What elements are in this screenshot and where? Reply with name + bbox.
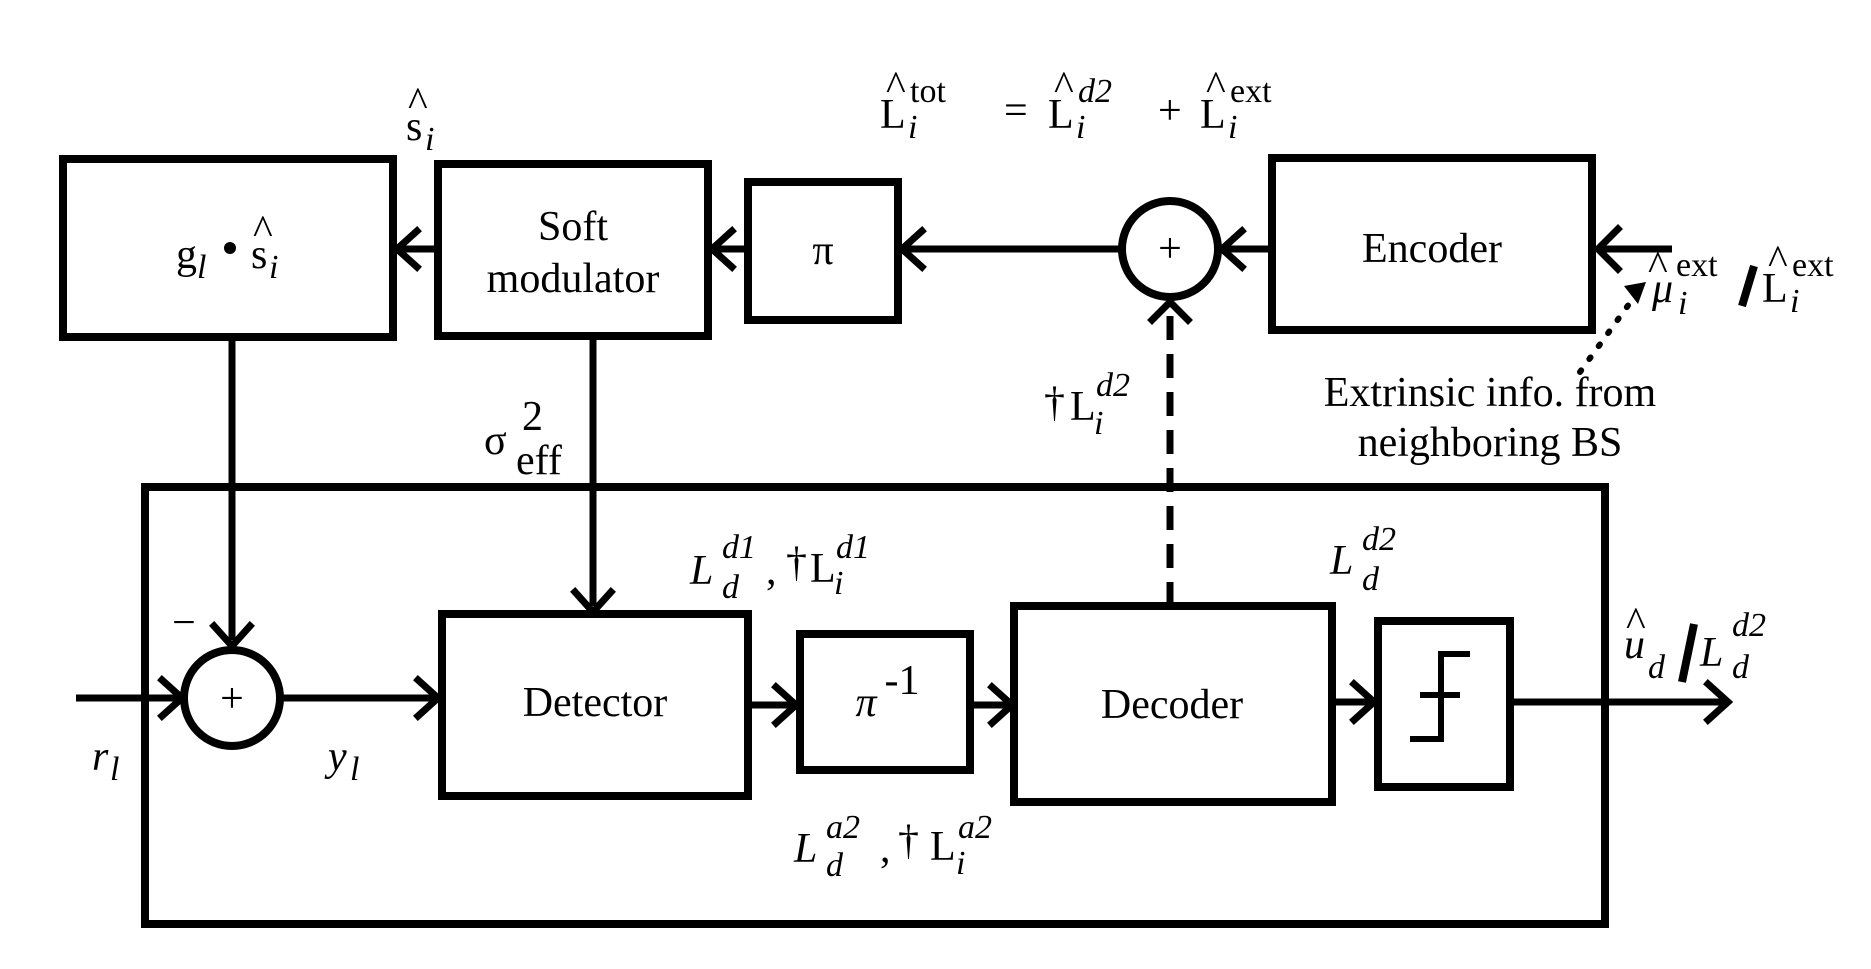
ext-L-hat: ^	[1768, 238, 1788, 284]
eq-plus: +	[1158, 88, 1182, 134]
deinterleaver-pi: π	[855, 680, 877, 726]
ext-mu-hat: ^	[1648, 244, 1668, 290]
sigma-sup: 2	[522, 394, 543, 440]
Ld1-comma: ,	[766, 548, 777, 594]
r: r	[92, 734, 109, 780]
gain-g: g	[176, 232, 197, 278]
out-L-sub: d	[1732, 649, 1750, 686]
extrinsic-note-line2: neighboring BS	[1358, 420, 1623, 466]
total-llr-equation: L ^ tot i = L ^ d2 i + L ^ ext i	[880, 64, 1272, 146]
eq-term2-sub: i	[1228, 109, 1237, 146]
ext-L-sup: ext	[1792, 247, 1834, 284]
gain-g-sub: l	[197, 249, 206, 286]
extrinsic-note-line1: Extrinsic info. from	[1324, 370, 1657, 416]
dagger-d2-sup: d2	[1096, 367, 1130, 404]
Ld1-sub: d	[722, 569, 740, 606]
L-d1-label: L d1 d , † L d1 i	[689, 529, 870, 606]
sigma: σ	[484, 418, 507, 464]
deinterleaver-sup: -1	[885, 658, 920, 704]
Li2-L: L	[930, 824, 956, 870]
L-d2-label: L d2 d	[1329, 521, 1396, 598]
Ld1-L: L	[689, 548, 713, 594]
dagger-L-d2-label: † L d2 i	[1044, 367, 1130, 442]
out-slash	[1678, 623, 1698, 683]
gain-s-hat: ^	[253, 208, 273, 254]
eq-lhs-sup: tot	[910, 73, 946, 110]
r-sub: l	[110, 751, 119, 788]
y-sub: l	[350, 751, 359, 788]
out-L-sup: d2	[1732, 607, 1766, 644]
adder-bottom-plus: +	[220, 676, 244, 722]
encoder-label: Encoder	[1362, 226, 1502, 272]
eq-term1-sub: i	[1076, 109, 1085, 146]
r-l-label: r l	[92, 734, 119, 788]
dagger-d2-L: L	[1070, 384, 1096, 430]
sigma-sub: eff	[516, 438, 562, 484]
interleaver-label: π	[812, 228, 833, 274]
soft-modulator-line1: Soft	[538, 204, 608, 250]
y-l-label: y l	[324, 734, 359, 788]
Li2-sub: i	[956, 845, 965, 882]
eq-term2-sup: ext	[1230, 73, 1272, 110]
out-u-sub: d	[1648, 649, 1666, 686]
decoder-label: Decoder	[1101, 682, 1243, 728]
Ld1-sup: d1	[722, 529, 756, 566]
Ld1-dagger: †	[786, 540, 807, 586]
eq-lhs-hat: ^	[886, 64, 906, 110]
ext-mu-sup: ext	[1676, 247, 1718, 284]
s-hat-label: s ^ i	[406, 80, 434, 158]
La2-sub: d	[826, 847, 844, 884]
La2-dagger: †	[898, 818, 919, 864]
detector-label: Detector	[523, 680, 668, 726]
sigma-eff-label: σ 2 eff	[484, 394, 562, 484]
eq-term2-hat: ^	[1206, 64, 1226, 110]
Ld2-L: L	[1329, 538, 1353, 584]
gain-s-sub: i	[269, 249, 278, 286]
turbo-receiver-block-diagram: L ^ tot i = L ^ d2 i + L ^ ext i g l s ^…	[59, 64, 1834, 928]
eq-lhs-sub: i	[908, 109, 917, 146]
Li2-sup: a2	[958, 809, 992, 846]
dagger-d2: †	[1044, 380, 1065, 426]
output-label: u ^ d L d2 d	[1624, 600, 1766, 686]
soft-modulator-line2: modulator	[487, 256, 660, 302]
dagger-d2-sub: i	[1094, 405, 1103, 442]
out-L: L	[1699, 630, 1723, 676]
Ld2-sub: d	[1362, 561, 1380, 598]
ext-mu-sub: i	[1678, 285, 1687, 322]
Li1-sub: i	[834, 565, 843, 602]
L-a2-label: L a2 d , † L a2 i	[793, 809, 992, 884]
ext-slash	[1738, 264, 1758, 308]
eq-term1-hat: ^	[1054, 64, 1074, 110]
out-u-hat: ^	[1626, 600, 1646, 646]
Li1-L: L	[810, 546, 836, 592]
dotted-pointer-arrowhead	[1624, 282, 1646, 304]
eq-equals: =	[1004, 88, 1028, 134]
Li1-sup: d1	[836, 529, 870, 566]
Ld2-sup: d2	[1362, 521, 1396, 558]
eq-term1-sup: d2	[1078, 73, 1112, 110]
s-hat-hat: ^	[408, 80, 428, 126]
ext-input-label: μ ^ ext i L ^ ext i	[1648, 238, 1834, 322]
minus-sign: −	[172, 600, 196, 646]
La2-comma: ,	[880, 826, 891, 872]
ext-L-sub: i	[1790, 283, 1799, 320]
multiply-dot	[224, 242, 236, 254]
s-hat-sub: i	[425, 121, 434, 158]
La2-sup: a2	[826, 809, 860, 846]
soft-modulator-block[interactable]	[434, 160, 712, 340]
y: y	[324, 734, 347, 780]
adder-top-plus: +	[1158, 226, 1182, 272]
La2-L: L	[793, 826, 817, 872]
